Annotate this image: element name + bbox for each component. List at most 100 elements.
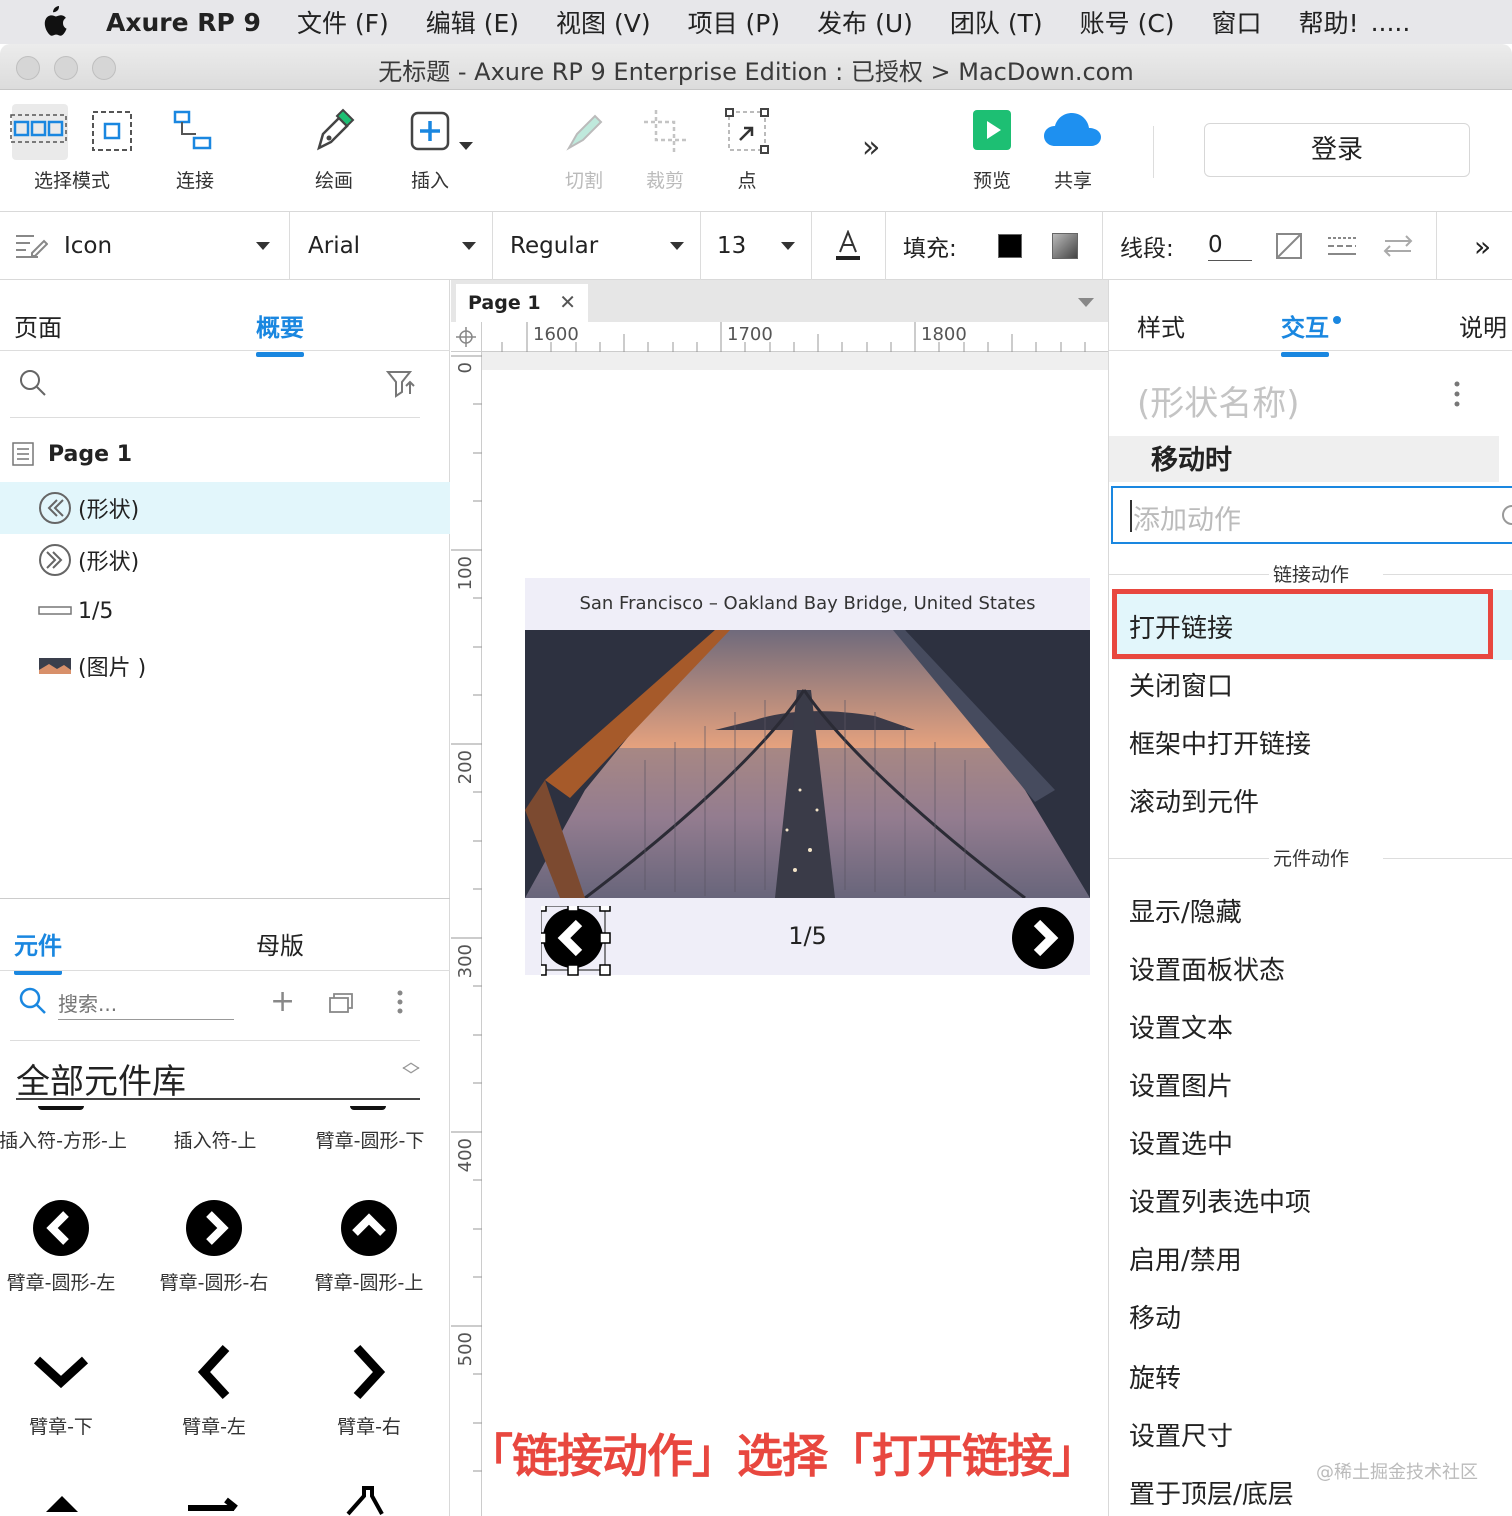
- lib-widget-chevron-right[interactable]: 臂章-右: [294, 1342, 444, 1439]
- outline-search-icon[interactable]: [18, 368, 48, 398]
- font-weight-value: Regular: [510, 233, 599, 259]
- filter-icon[interactable]: [386, 370, 416, 398]
- action-close-window[interactable]: 关闭窗口: [1129, 666, 1233, 703]
- select-mode-button[interactable]: 选择模式: [0, 106, 150, 193]
- add-action-input[interactable]: 添加动作: [1111, 486, 1512, 544]
- font-weight-dropdown[interactable]: Regular: [510, 212, 684, 280]
- style-edit-icon: [16, 235, 48, 258]
- menu-window[interactable]: 窗口: [1212, 4, 1262, 40]
- insert-dropdown-caret[interactable]: [459, 142, 473, 150]
- event-moved-header[interactable]: 移动时: [1109, 436, 1499, 482]
- action-show-hide[interactable]: 显示/隐藏: [1129, 892, 1242, 929]
- line-color-button[interactable]: [1276, 212, 1302, 280]
- tab-interactions[interactable]: 交互: [1281, 308, 1329, 357]
- action-set-text[interactable]: 设置文本: [1129, 1008, 1233, 1045]
- connect-button[interactable]: 连接: [145, 106, 245, 193]
- lib-widget-badge-circle-up[interactable]: 臂章-圆形-上: [294, 1198, 444, 1295]
- line-style-button[interactable]: [1326, 212, 1358, 280]
- library-search-icon[interactable]: [18, 986, 48, 1016]
- ruler-label: 100: [455, 556, 476, 591]
- tab-masters[interactable]: 母版: [256, 926, 304, 961]
- lib-widget-caret-up[interactable]: 插入符-上: [140, 1126, 290, 1153]
- connect-label: 连接: [175, 170, 214, 192]
- point-button[interactable]: 点: [697, 106, 797, 193]
- font-family-dropdown[interactable]: Arial: [308, 212, 476, 280]
- action-rotate[interactable]: 旋转: [1129, 1358, 1181, 1395]
- menu-view[interactable]: 视图 (V): [556, 4, 651, 40]
- divider: [1109, 350, 1512, 351]
- page-tab[interactable]: Page 1 ✕: [456, 284, 588, 322]
- action-set-size[interactable]: 设置尺寸: [1129, 1416, 1233, 1453]
- lib-widget-badge-circle-left[interactable]: 臂章-圆形-左: [0, 1198, 136, 1295]
- action-enable-disable[interactable]: 启用/禁用: [1129, 1240, 1242, 1277]
- line-width-input[interactable]: 0: [1208, 212, 1252, 280]
- tab-outline[interactable]: 概要: [256, 308, 304, 357]
- menu-account[interactable]: 账号 (C): [1080, 4, 1175, 40]
- apple-icon[interactable]: [0, 6, 106, 38]
- lib-widget-chevron-down[interactable]: 臂章-下: [0, 1342, 136, 1439]
- outline-item-text[interactable]: 1/5: [0, 585, 450, 637]
- library-stack-icon[interactable]: [328, 990, 356, 1014]
- shadow-swatch[interactable]: [1052, 212, 1078, 280]
- action-bring-to-front-back[interactable]: 置于顶层/底层: [1129, 1474, 1294, 1511]
- outline-item-shape-right[interactable]: (形状): [0, 534, 450, 586]
- format-more-button[interactable]: »: [1474, 212, 1491, 280]
- window-titlebar: 无标题 - Axure RP 9 Enterprise Edition : 已授…: [0, 44, 1512, 90]
- add-library-icon[interactable]: +: [270, 984, 295, 1019]
- menu-team[interactable]: 团队 (T): [950, 4, 1043, 40]
- menu-help[interactable]: 帮助!: [1299, 4, 1359, 40]
- share-button[interactable]: 共享: [1023, 106, 1123, 193]
- library-search-input[interactable]: [58, 988, 234, 1020]
- widget-label: 臂章-右: [337, 1416, 401, 1438]
- more-vert-icon[interactable]: [1453, 380, 1461, 408]
- format-bar: Icon Arial Regular 13 填充: 线段: 0 »: [0, 212, 1512, 280]
- action-set-image[interactable]: 设置图片: [1129, 1066, 1233, 1103]
- outline-item-image[interactable]: (图片 ): [0, 640, 450, 692]
- partial-widget-icon: [38, 1106, 84, 1110]
- app-name-menu[interactable]: Axure RP 9: [106, 8, 261, 37]
- tab-style[interactable]: 样式: [1137, 308, 1185, 343]
- draw-label: 绘画: [314, 170, 353, 192]
- library-dropdown[interactable]: 全部元件库 ︿ ﹀: [16, 1054, 420, 1102]
- outline-page-item[interactable]: Page 1: [0, 428, 450, 480]
- action-set-list-selected[interactable]: 设置列表选中项: [1129, 1182, 1311, 1219]
- tab-overflow-caret-icon[interactable]: [1078, 298, 1094, 307]
- action-move[interactable]: 移动: [1129, 1298, 1181, 1335]
- lib-widget-caret-square-up[interactable]: 插入符-方形-上: [0, 1126, 138, 1153]
- tab-notes[interactable]: 说明: [1459, 308, 1507, 343]
- menu-file[interactable]: 文件 (F): [297, 4, 389, 40]
- menu-project[interactable]: 项目 (P): [688, 4, 781, 40]
- shape-name-field[interactable]: (形状名称): [1137, 376, 1300, 425]
- font-color-button[interactable]: [834, 212, 862, 280]
- menu-edit[interactable]: 编辑 (E): [426, 4, 519, 40]
- action-open-link-in-frame[interactable]: 框架中打开链接: [1129, 724, 1311, 761]
- arrow-style-button[interactable]: [1382, 212, 1414, 280]
- outline-item-label: (形状): [78, 550, 140, 575]
- tab-widgets[interactable]: 元件: [14, 926, 62, 975]
- next-slide-button[interactable]: [1011, 906, 1075, 970]
- close-tab-icon[interactable]: ✕: [559, 290, 576, 314]
- toolbar-more-button[interactable]: »: [862, 130, 880, 165]
- lib-widget-badge-circle-down[interactable]: 臂章-圆形-下: [295, 1126, 445, 1153]
- outline-item-label: (图片 ): [78, 656, 147, 681]
- tab-pages[interactable]: 页面: [14, 308, 62, 343]
- lib-widget-chevron-left[interactable]: 臂章-左: [139, 1342, 289, 1439]
- lib-widget-badge-circle-right[interactable]: 臂章-圆形-右: [139, 1198, 289, 1295]
- style-dropdown[interactable]: Icon: [14, 212, 274, 280]
- outline-item-label: 1/5: [78, 598, 114, 624]
- login-button[interactable]: 登录: [1204, 123, 1470, 177]
- menu-publish[interactable]: 发布 (U): [817, 4, 913, 40]
- outline-item-shape-left[interactable]: (形状): [0, 482, 450, 534]
- select-intersect-icon: [10, 114, 67, 143]
- action-set-panel-state[interactable]: 设置面板状态: [1129, 950, 1285, 987]
- fill-color-swatch[interactable]: [998, 212, 1022, 280]
- draw-button[interactable]: 绘画: [284, 106, 384, 193]
- ruler-origin-crosshair-icon[interactable]: [451, 322, 482, 352]
- format-divider: [885, 212, 886, 280]
- more-vert-icon[interactable]: [396, 989, 404, 1015]
- horizontal-ruler: 1600 1700 1800: [482, 322, 1108, 352]
- font-size-dropdown[interactable]: 13: [717, 212, 795, 280]
- action-set-selected[interactable]: 设置选中: [1129, 1124, 1233, 1161]
- bridge-image[interactable]: [525, 630, 1090, 898]
- action-scroll-to-widget[interactable]: 滚动到元件: [1129, 782, 1259, 819]
